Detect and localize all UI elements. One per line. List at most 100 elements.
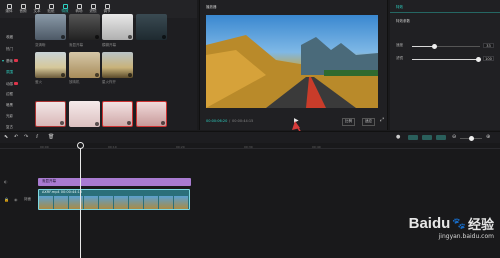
param-label-filter: 滤镜 bbox=[396, 56, 403, 60]
watermark-cn: 经验 bbox=[467, 218, 494, 233]
clip-frame bbox=[84, 196, 98, 209]
clip-frame bbox=[174, 196, 188, 209]
download-icon bbox=[161, 121, 165, 125]
slider-knob[interactable] bbox=[469, 136, 474, 141]
preview-axis-toggle[interactable] bbox=[436, 135, 446, 140]
video-clip[interactable]: AXRF.mp4 00:00:44:15 bbox=[38, 189, 190, 210]
effect-label: 放映机 bbox=[69, 80, 80, 84]
text-track-icon: ◐ bbox=[4, 179, 8, 184]
sidebar-item-atmosphere[interactable]: 氛围 bbox=[6, 70, 13, 75]
effect-thumb[interactable] bbox=[69, 101, 100, 127]
effect-label: 星火炸开 bbox=[102, 80, 116, 84]
timeline-toolbar: ⬉ ↶ ↷ ⫽ 🗑 ● ⊖ ⊕ bbox=[0, 131, 500, 143]
effect-label: 渐显开幕 bbox=[69, 43, 83, 47]
time-ruler[interactable]: 00:00 00:10 00:20 00:30 00:40 bbox=[0, 143, 500, 149]
effect-thumb[interactable] bbox=[136, 14, 167, 40]
effects-category-sidebar: 收藏 热门 ▾ 基础 氛围 动感 边框 暗黑 光影 复古 bbox=[0, 18, 32, 130]
effect-thumb[interactable] bbox=[69, 52, 100, 78]
lock-icon[interactable]: 🔒 bbox=[4, 197, 9, 202]
player-panel: 播放器 00:00:06:20 / 00:00:44:15 ▶ 比例 适应 ⤢ bbox=[199, 0, 388, 130]
download-icon bbox=[60, 121, 64, 125]
total-time: 00:00:44:15 bbox=[232, 119, 254, 123]
eye-icon[interactable]: ◉ bbox=[14, 197, 18, 202]
ratio-button[interactable]: 比例 bbox=[342, 118, 355, 126]
video-preview[interactable] bbox=[206, 15, 378, 108]
fit-button[interactable]: 适应 bbox=[362, 118, 375, 126]
effect-thumb[interactable] bbox=[102, 52, 133, 78]
zoom-in-icon[interactable]: ⊕ bbox=[486, 134, 490, 140]
effect-thumb[interactable] bbox=[102, 14, 133, 40]
filter-value[interactable]: 100 bbox=[483, 56, 494, 61]
tool-adjust[interactable]: 调节 bbox=[100, 4, 114, 14]
download-icon bbox=[95, 73, 99, 77]
effect-clip[interactable]: 渐显开幕 bbox=[38, 178, 191, 186]
roadside-trees bbox=[324, 70, 378, 76]
sidebar-item-hot[interactable]: 热门 bbox=[6, 47, 13, 52]
playhead[interactable] bbox=[80, 143, 81, 258]
distant-mountains bbox=[301, 37, 378, 75]
timeline: 00:00 00:10 00:20 00:30 00:40 ◐ 渐显开幕 🔒 ◉… bbox=[0, 142, 500, 258]
player-title: 播放器 bbox=[206, 5, 217, 9]
delete-icon[interactable]: 🗑 bbox=[48, 134, 54, 140]
effect-label: 萤火 bbox=[35, 80, 42, 84]
tool-media[interactable]: 媒体 bbox=[2, 4, 16, 14]
slider-knob[interactable] bbox=[476, 57, 481, 62]
snap-toggle[interactable] bbox=[422, 135, 432, 140]
sidebar-item-dark[interactable]: 暗黑 bbox=[6, 103, 13, 108]
props-header[interactable]: 特效 bbox=[396, 5, 403, 10]
tool-sticker[interactable]: 贴纸 bbox=[44, 4, 58, 14]
effect-thumb[interactable] bbox=[35, 14, 66, 40]
sidebar-item-light[interactable]: 光影 bbox=[6, 114, 13, 119]
download-icon bbox=[61, 73, 65, 77]
speed-slider[interactable] bbox=[412, 44, 480, 49]
tool-text[interactable]: 文本 bbox=[30, 4, 44, 14]
tool-audio[interactable]: 音频 bbox=[16, 4, 30, 14]
zoom-slider[interactable] bbox=[460, 136, 482, 141]
zoom-out-icon[interactable]: ⊖ bbox=[452, 134, 456, 140]
slider-knob[interactable] bbox=[432, 44, 437, 49]
download-icon bbox=[128, 73, 132, 77]
fullscreen-icon[interactable]: ⤢ bbox=[380, 117, 384, 123]
tool-filter[interactable]: 滤镜 bbox=[86, 4, 100, 14]
effect-thumb[interactable] bbox=[35, 52, 66, 78]
effect-thumb[interactable] bbox=[35, 101, 66, 127]
speed-value[interactable]: 33 bbox=[483, 43, 494, 48]
link-toggle[interactable] bbox=[408, 135, 418, 140]
download-icon bbox=[95, 122, 99, 126]
watermark-url: jingyan.baidu.com bbox=[438, 233, 494, 240]
download-icon bbox=[61, 35, 65, 39]
split-icon[interactable]: ⫽ bbox=[36, 134, 38, 140]
undo-icon[interactable]: ↶ bbox=[14, 134, 18, 140]
effect-clip-label: 渐显开幕 bbox=[42, 179, 56, 183]
download-icon bbox=[128, 35, 132, 39]
video-clip-label: AXRF.mp4 00:00:44:15 bbox=[42, 190, 83, 194]
clip-frame bbox=[144, 196, 158, 209]
redo-icon[interactable]: ↷ bbox=[24, 134, 28, 140]
sidebar-item-basic[interactable]: 基础 bbox=[6, 59, 18, 64]
sidebar-item-dynamic[interactable]: 动感 bbox=[6, 82, 18, 87]
effect-thumb[interactable] bbox=[102, 101, 133, 127]
sidebar-item-retro[interactable]: 复古 bbox=[6, 125, 13, 130]
clip-frame bbox=[129, 196, 143, 209]
select-cursor-icon[interactable]: ⬉ bbox=[4, 134, 8, 140]
watermark-brand: Baidu bbox=[408, 215, 451, 232]
playhead-handle[interactable] bbox=[77, 142, 84, 149]
tool-transition[interactable]: 转场 bbox=[72, 4, 86, 14]
mic-icon[interactable]: ● bbox=[396, 134, 400, 140]
effect-thumb[interactable] bbox=[69, 14, 100, 40]
filter-slider[interactable] bbox=[412, 57, 481, 62]
ruler-tick: 00:00 bbox=[40, 145, 49, 149]
effect-thumb[interactable] bbox=[136, 101, 167, 127]
ruler-tick: 00:40 bbox=[312, 145, 321, 149]
sidebar-item-border[interactable]: 边框 bbox=[6, 92, 13, 97]
ruler-tick: 00:20 bbox=[176, 145, 185, 149]
clip-frame bbox=[99, 196, 113, 209]
video-frame bbox=[206, 35, 378, 108]
download-icon bbox=[127, 121, 131, 125]
sidebar-item-favorites[interactable]: 收藏 bbox=[6, 35, 13, 40]
clip-frame bbox=[159, 196, 173, 209]
properties-panel: 特效 特效参数 速度 33 滤镜 100 bbox=[390, 0, 500, 130]
clip-frame bbox=[39, 196, 53, 209]
cover-label[interactable]: 封面 bbox=[24, 197, 31, 202]
tool-effects[interactable]: 特效 bbox=[58, 4, 72, 14]
